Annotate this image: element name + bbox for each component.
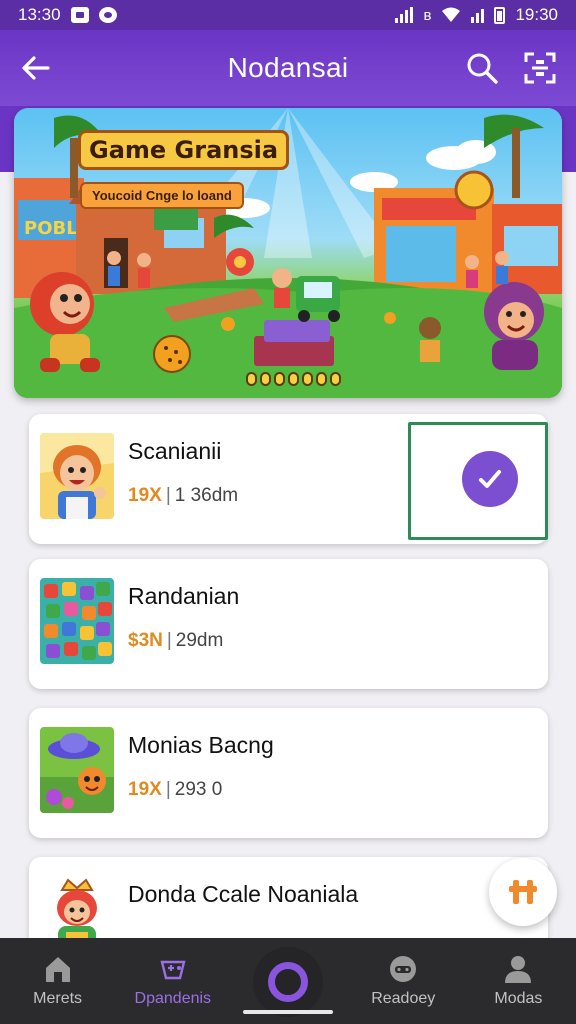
pagination-dot[interactable] — [302, 372, 313, 386]
meta-separator: | — [166, 630, 172, 651]
game-card[interactable]: Monias Bacng 19X | 293 0 — [29, 708, 548, 838]
banner-subtitle: Youcoid Cnge lo loand — [80, 182, 244, 209]
nav-item-controller[interactable]: Readoey — [346, 938, 461, 1024]
profile-icon — [505, 956, 532, 983]
pagination-dot[interactable] — [246, 372, 257, 386]
controller-icon — [390, 956, 417, 982]
wifi-icon — [442, 7, 461, 22]
game-price: $3N — [128, 630, 163, 651]
nav-label: Modas — [494, 990, 543, 1007]
game-meta: 19X | 293 0 — [128, 779, 222, 801]
cellular-icon — [471, 7, 485, 23]
meta-separator: | — [165, 485, 171, 506]
home-icon — [45, 957, 70, 982]
game-price: 19X — [128, 485, 162, 506]
game-title: Scanianii — [128, 438, 222, 464]
nav-item-profile[interactable]: Modas — [461, 938, 576, 1024]
game-duration: 1 36dm — [174, 485, 239, 506]
game-title: Monias Bacng — [128, 732, 274, 758]
nav-item-games[interactable]: Dpandenis — [115, 938, 230, 1024]
game-duration: 293 0 — [174, 779, 223, 800]
game-title: Donda Ccale Noaniala — [128, 881, 359, 907]
battery-icon — [494, 6, 506, 24]
nav-label: Dpandenis — [134, 990, 212, 1007]
status-time-right: 19:30 — [515, 5, 558, 24]
bluetooth-icon: ʙ — [423, 6, 432, 24]
sliders-icon — [509, 880, 537, 904]
banner-title: Game Gransia — [78, 130, 290, 170]
checkmark-icon[interactable] — [462, 451, 518, 507]
filter-fab-button[interactable] — [489, 858, 557, 926]
home-indicator[interactable] — [243, 1010, 333, 1014]
message-icon — [70, 7, 89, 23]
nav-item-home[interactable]: Merets — [0, 938, 115, 1024]
status-time-left: 13:30 — [18, 5, 61, 24]
search-icon[interactable] — [464, 50, 500, 86]
game-meta: 19X | 1 36dm — [128, 485, 238, 507]
nav-label: Readoey — [371, 990, 436, 1007]
meta-separator: | — [165, 779, 171, 800]
banner-pagination[interactable] — [246, 372, 341, 386]
nav-label: Merets — [33, 990, 83, 1007]
signal-icon — [395, 7, 414, 23]
scan-icon[interactable] — [522, 50, 558, 86]
record-icon — [253, 947, 323, 1017]
gamepad-icon — [160, 960, 186, 980]
game-meta: $3N | 29dm — [128, 630, 223, 652]
pagination-dot[interactable] — [288, 372, 299, 386]
ufo-monster-icon — [40, 727, 114, 813]
pagination-dot[interactable] — [330, 372, 341, 386]
game-duration: 29dm — [175, 630, 224, 651]
app-bar: Nodansai — [0, 30, 576, 106]
game-title: Randanian — [128, 583, 240, 609]
status-bar: 13:30 ʙ 19:30 — [0, 0, 576, 30]
page-title: Nodansai — [227, 52, 349, 83]
game-price: 19X — [128, 779, 162, 800]
notification-icon — [98, 7, 117, 23]
selection-box[interactable] — [408, 422, 548, 540]
cartoon-boy-icon — [40, 433, 114, 519]
game-card[interactable]: Randanian $3N | 29dm — [29, 559, 548, 689]
back-arrow-icon[interactable] — [18, 50, 54, 86]
pagination-dot[interactable] — [274, 372, 285, 386]
puzzle-blocks-icon — [40, 578, 114, 664]
featured-banner[interactable]: POBLE Game Gransia Youcoid Cnge lo loand — [14, 108, 562, 398]
pagination-dot[interactable] — [260, 372, 271, 386]
pagination-dot[interactable] — [316, 372, 327, 386]
